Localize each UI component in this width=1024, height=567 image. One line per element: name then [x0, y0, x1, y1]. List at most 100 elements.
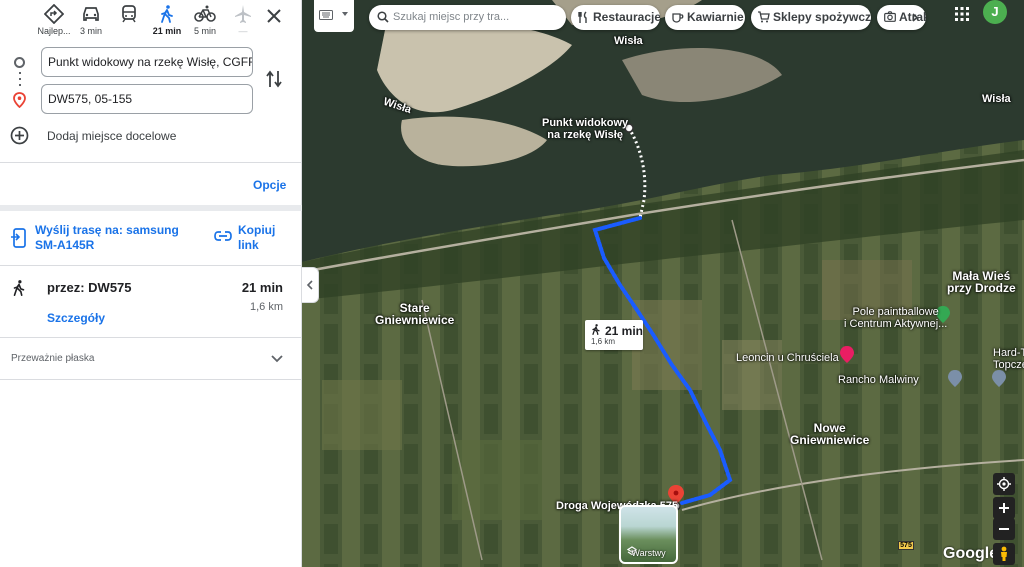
satellite-imagery: [302, 0, 1024, 567]
map-label-nowe-gniewniewice[interactable]: Nowe Gniewniewice: [790, 422, 869, 446]
minus-icon: [999, 528, 1009, 530]
map-label-leoncin[interactable]: Leoncin u Chruściela: [736, 352, 839, 364]
cart-icon: [758, 11, 770, 23]
map-label-hard-topcze[interactable]: Hard-T Topcze: [993, 347, 1024, 371]
copy-link-label: Kopiuj link: [238, 223, 276, 252]
destination-pin-icon: [13, 92, 26, 108]
route-distance: 1,6 km: [249, 301, 283, 313]
badge-distance: 1,6 km: [591, 337, 616, 346]
copy-link-button[interactable]: Kopiuj link: [214, 222, 294, 254]
zoom-out-button[interactable]: [993, 518, 1015, 540]
divider: [0, 265, 302, 266]
mode-bike-button[interactable]: 5 min: [184, 4, 226, 40]
send-to-phone-label: Wyślij trasę na: samsung SM-A145R: [35, 223, 179, 252]
divider: [0, 162, 302, 163]
directions-panel: Najlep... 3 min 21 min 5 min — Punkt wid…: [0, 0, 302, 567]
origin-circle-icon: [14, 57, 25, 68]
street-view-button[interactable]: [993, 543, 1015, 565]
coffee-icon: [672, 13, 684, 23]
restaurant-icon: [578, 11, 587, 23]
walk-icon: [13, 280, 25, 297]
layers-button[interactable]: Warstwy: [619, 505, 678, 564]
divider: [0, 337, 302, 338]
route-info-badge[interactable]: 21 min 1,6 km: [585, 320, 643, 350]
options-button[interactable]: Opcje: [253, 178, 286, 192]
terrain-label: Przeważnie płaska: [11, 353, 95, 364]
zoom-in-button[interactable]: [993, 497, 1015, 519]
route-via-label: przez: DW575: [47, 280, 132, 295]
apps-grid-icon[interactable]: [954, 6, 970, 22]
chevron-right-icon[interactable]: [912, 13, 918, 22]
add-destination-label: Dodaj miejsce docelowe: [47, 129, 177, 143]
mode-flight-button[interactable]: —: [222, 4, 264, 40]
mode-walk-button[interactable]: 21 min: [146, 2, 188, 40]
map-label-pole-paintballowe[interactable]: Pole paintballowe i Centrum Aktywnej...: [844, 306, 947, 330]
chevron-down-icon[interactable]: [270, 351, 284, 365]
mode-best-button[interactable]: Najlep...: [33, 4, 75, 40]
details-button[interactable]: Szczegóły: [47, 311, 105, 325]
satellite-map[interactable]: Wisła Wisła Wisła Punkt widokowy na rzek…: [302, 0, 1024, 567]
pegman-icon: [1001, 546, 1007, 561]
route-stop-icons: [12, 56, 28, 108]
car-icon: [83, 7, 99, 21]
chip-atrakcje[interactable]: Atrakcje: [877, 5, 926, 30]
chip-sklepy-label: Sklepy spożywcze: [773, 10, 871, 24]
map-label-stare-gniewniewice[interactable]: Stare Gniewniewice: [375, 302, 454, 326]
road-shield-575: 575: [898, 541, 914, 550]
train-icon: [122, 5, 136, 23]
keyboard-toggle-button[interactable]: [314, 0, 354, 32]
close-icon: [267, 9, 281, 23]
route-duration: 21 min: [241, 280, 283, 295]
search-along-route-input[interactable]: Szukaj miejsc przy tra...: [369, 5, 566, 30]
account-avatar[interactable]: J: [983, 0, 1007, 24]
mode-bike-label: 5 min: [193, 26, 216, 36]
location-target-icon: [997, 477, 1011, 491]
add-circle-icon: [10, 126, 29, 145]
mode-walk-label: 21 min: [152, 26, 182, 36]
search-icon: [377, 11, 389, 23]
mode-best-label: Najlep...: [37, 26, 71, 36]
route-dots-icon: [19, 72, 21, 90]
layers-label: Warstwy: [631, 548, 666, 558]
chip-sklepy-spozywcze[interactable]: Sklepy spożywcze: [751, 5, 871, 30]
travel-modes: Najlep... 3 min 21 min 5 min —: [0, 0, 302, 44]
map-label-rancho-malwiny[interactable]: Rancho Malwiny: [838, 374, 919, 386]
chip-restauracje-label: Restauracje: [593, 10, 660, 24]
chip-kawiarnie-label: Kawiarnie: [687, 10, 744, 24]
close-directions-button[interactable]: [262, 4, 286, 28]
map-label-punkt-widokowy[interactable]: Punkt widokowy na rzekę Wisłę: [542, 117, 628, 141]
chevron-left-icon: [306, 280, 313, 290]
divider: [0, 379, 302, 380]
swap-arrows-icon: [266, 70, 282, 88]
plane-icon: [235, 5, 251, 23]
bike-icon: [194, 5, 216, 22]
caret-down-icon: [342, 12, 348, 16]
send-to-device-icon: [11, 228, 26, 248]
my-location-button[interactable]: [993, 473, 1015, 495]
walk-icon: [161, 5, 173, 23]
map-label-mala-wies[interactable]: Mała Wieś przy Drodze: [947, 270, 1016, 294]
chip-kawiarnie[interactable]: Kawiarnie: [665, 5, 745, 30]
google-logo: Google: [943, 545, 999, 562]
mode-transit-button[interactable]: [108, 4, 150, 40]
origin-input[interactable]: Punkt widokowy na rzekę Wisłę, CGFF+7W: [41, 47, 253, 77]
swap-route-button[interactable]: [265, 69, 285, 89]
search-placeholder: Szukaj miejsc przy tra...: [393, 11, 510, 23]
badge-duration: 21 min: [605, 324, 644, 338]
link-icon: [214, 231, 232, 241]
chip-restauracje[interactable]: Restauracje: [571, 5, 660, 30]
map-label-wisla-top: Wisła: [614, 35, 643, 47]
mode-car-label: 3 min: [79, 26, 102, 36]
section-separator: [0, 205, 302, 211]
send-to-phone-button[interactable]: Wyślij trasę na: samsung SM-A145R: [10, 222, 200, 254]
keyboard-icon: [319, 10, 333, 20]
collapse-panel-button[interactable]: [302, 267, 319, 303]
mode-flight-label: —: [238, 26, 248, 36]
diamond-route-icon: [44, 4, 64, 24]
mode-car-button[interactable]: 3 min: [70, 4, 112, 40]
destination-input[interactable]: DW575, 05-155: [41, 84, 253, 114]
camera-icon: [884, 11, 896, 22]
plus-icon: [999, 503, 1009, 513]
add-destination-button[interactable]: Dodaj miejsce docelowe: [10, 125, 270, 147]
map-label-wisla-right: Wisła: [982, 93, 1011, 105]
